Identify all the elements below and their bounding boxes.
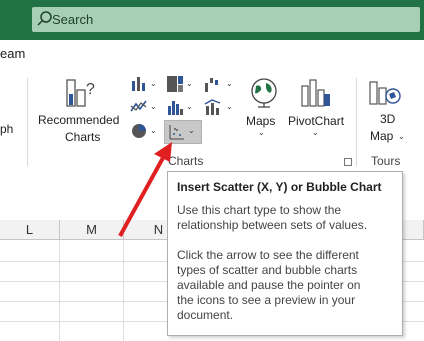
3d-map-label-1[interactable]: 3D [380, 112, 395, 126]
pivotchart-label[interactable]: PivotChart [288, 114, 344, 128]
chevron-down-icon[interactable]: ⌄ [150, 79, 157, 88]
chevron-down-icon[interactable]: ⌄ [188, 126, 195, 135]
chevron-down-icon[interactable]: ⌄ [226, 102, 233, 111]
3d-map-label-2[interactable]: Map [370, 129, 393, 143]
tours-group-label: Tours [371, 154, 401, 168]
separator [356, 78, 357, 166]
waterfall-chart-icon[interactable] [204, 75, 222, 93]
chevron-down-icon[interactable]: ⌄ [312, 128, 319, 137]
combo-chart-icon[interactable] [204, 98, 222, 116]
tooltip-text: relationship between sets of values. [177, 218, 368, 232]
column-header-l[interactable]: L [0, 220, 60, 240]
globe-icon[interactable] [247, 76, 281, 110]
tooltip-text: Click the arrow to see the different [177, 248, 359, 262]
chevron-down-icon[interactable]: ⌄ [258, 128, 265, 137]
annotation-arrow [118, 142, 172, 237]
tooltip-title: Insert Scatter (X, Y) or Bubble Chart [177, 180, 382, 194]
grid-line [123, 240, 124, 341]
line-chart-icon[interactable] [130, 98, 148, 116]
tooltip-text: types of scatter and bubble charts [177, 263, 358, 277]
tooltip-text: the icons to see a preview in your [177, 293, 356, 307]
tooltip-text: Use this chart type to show the [177, 203, 342, 217]
tooltip: Insert Scatter (X, Y) or Bubble Chart Us… [167, 171, 403, 336]
tab-cut-label[interactable]: eam [0, 46, 25, 61]
chevron-down-icon[interactable]: ⌄ [398, 132, 405, 141]
bar-chart-icon[interactable] [130, 75, 148, 93]
scatter-chart-icon[interactable] [168, 123, 186, 141]
recommended-label-1[interactable]: Recommended [38, 113, 119, 127]
search-label: Search [52, 12, 94, 27]
chevron-down-icon[interactable]: ⌄ [186, 79, 193, 88]
pie-chart-icon[interactable] [130, 122, 148, 140]
tooltip-text: document. [177, 308, 234, 322]
pivotchart-icon[interactable] [300, 76, 332, 110]
chevron-down-icon[interactable]: ⌄ [226, 79, 233, 88]
cut-ribbon-label: ph [0, 122, 14, 136]
maps-label[interactable]: Maps [246, 114, 275, 128]
recommended-label-2[interactable]: Charts [65, 130, 100, 144]
dialog-launcher-icon[interactable] [344, 158, 352, 166]
separator [27, 78, 28, 166]
chevron-down-icon[interactable]: ⌄ [186, 102, 193, 111]
statistic-chart-icon[interactable] [166, 98, 184, 116]
3d-map-icon[interactable] [368, 76, 404, 110]
tooltip-text: available and pause the pointer on [177, 278, 361, 292]
svg-text:?: ? [86, 81, 95, 98]
chevron-down-icon[interactable]: ⌄ [150, 102, 157, 111]
chevron-down-icon[interactable]: ⌄ [150, 126, 157, 135]
hierarchy-chart-icon[interactable] [166, 75, 184, 93]
grid-line [59, 240, 60, 341]
recommended-charts-icon[interactable]: ? [65, 76, 99, 110]
